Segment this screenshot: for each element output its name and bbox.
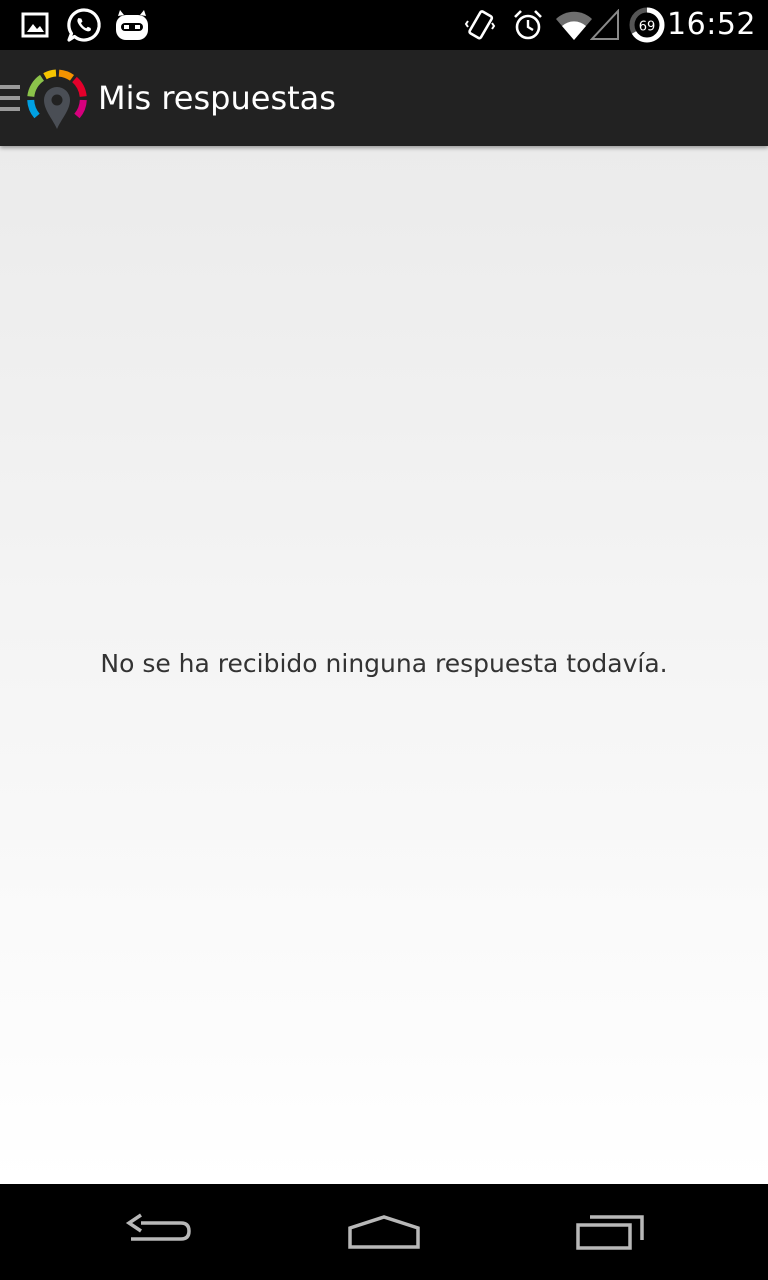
navigation-bar [0,1184,768,1280]
alarm-icon [510,0,546,50]
wifi-icon [554,0,594,50]
whatsapp-icon [64,0,104,50]
cyanogenmod-icon [112,0,152,50]
battery-level: 69 [639,20,656,35]
app-logo-icon[interactable] [24,66,90,132]
home-icon[interactable] [304,1184,464,1280]
signal-icon [590,0,620,50]
drawer-menu-icon[interactable] [0,50,24,146]
page-title: Mis respuestas [98,79,336,117]
status-time: 16:52 [667,7,756,42]
main-content: No se ha recibido ninguna respuesta toda… [0,146,768,1184]
action-bar: Mis respuestas [0,50,768,146]
battery-icon: 69 [628,0,666,50]
recents-icon[interactable] [530,1184,690,1280]
status-bar: 69 16:52 [0,0,768,50]
empty-state-message: No se ha recibido ninguna respuesta toda… [100,649,668,678]
gallery-icon [20,0,50,50]
vibrate-icon [462,0,498,50]
back-icon[interactable] [80,1184,240,1280]
